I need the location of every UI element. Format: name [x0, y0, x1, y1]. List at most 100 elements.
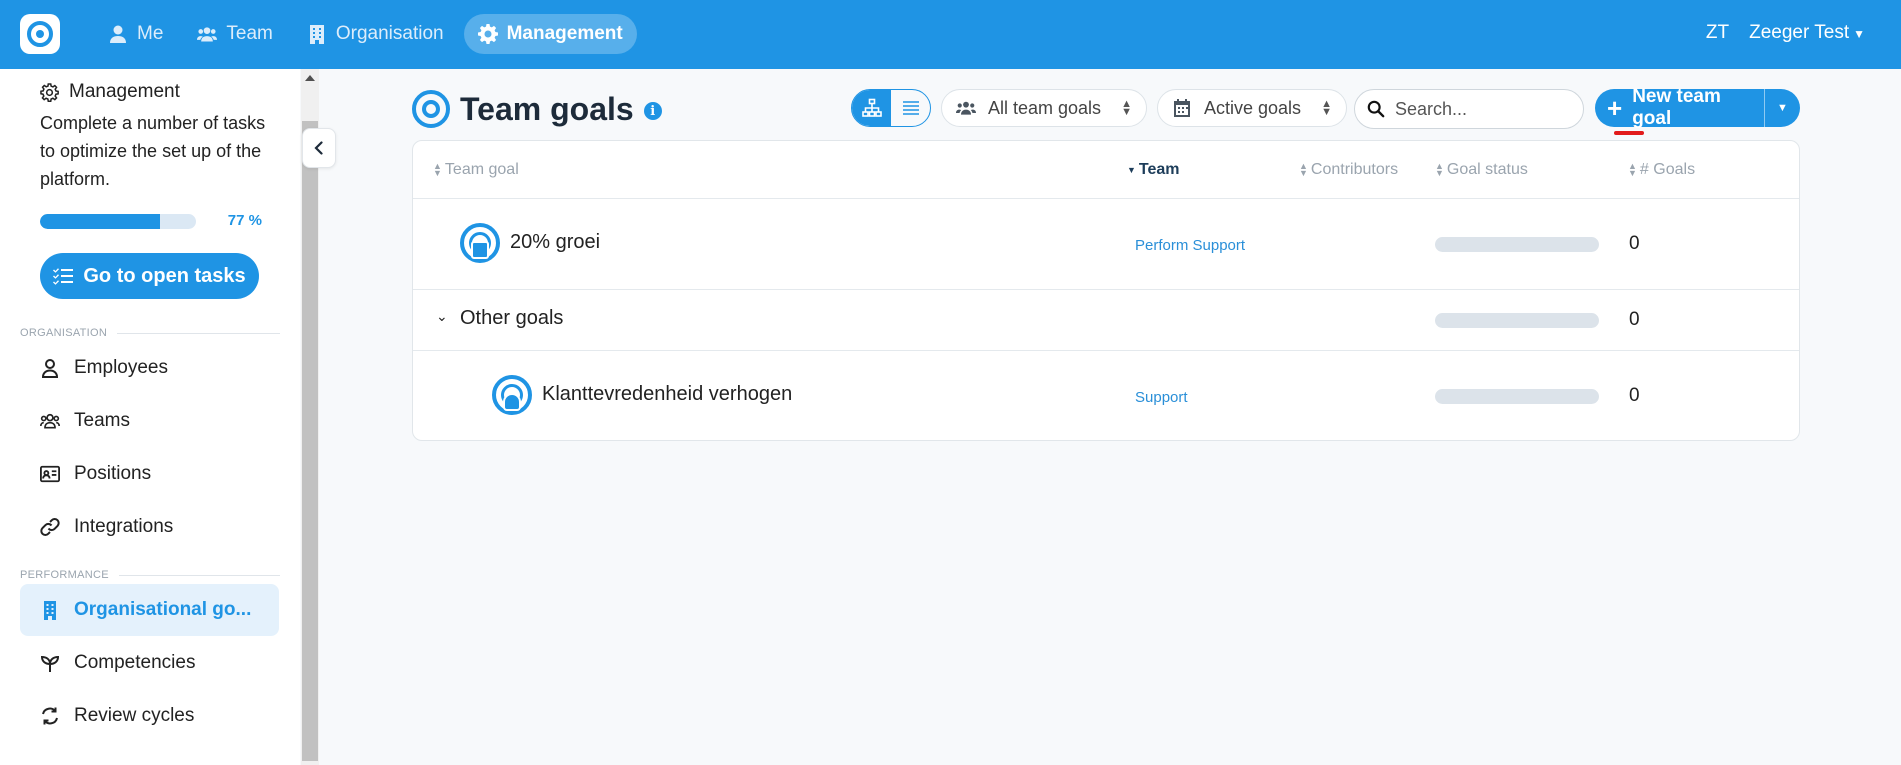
nav-management[interactable]: Management — [463, 14, 637, 54]
plus-icon: + — [1607, 93, 1623, 123]
section-performance-label: PERFORMANCE — [20, 569, 109, 581]
page-header: Team goals i — [412, 90, 662, 128]
setup-progress-fill — [40, 214, 161, 229]
refresh-icon — [42, 707, 58, 725]
chevron-left-icon — [314, 141, 323, 155]
new-team-goal-button[interactable]: + New team goal — [1595, 86, 1765, 129]
column-header-label: Contributors — [1310, 161, 1399, 178]
sidebar-item-label: Competencies — [74, 652, 196, 673]
nav-team[interactable]: Team — [183, 14, 286, 54]
new-team-goal-dropdown-button[interactable]: ▼ — [1765, 102, 1800, 114]
sidebar-item-integrations[interactable]: Integrations — [20, 501, 279, 553]
gear-icon — [40, 82, 59, 102]
user-icon — [41, 359, 59, 378]
sidebar-item-label: Teams — [74, 410, 130, 431]
chevron-down-icon[interactable]: ⌄ — [436, 308, 448, 325]
goal-name[interactable]: 20% groei — [510, 231, 600, 254]
building-icon — [44, 601, 56, 620]
go-to-open-tasks-button[interactable]: Go to open tasks — [40, 253, 259, 299]
new-team-goal-label: New team goal — [1632, 86, 1721, 129]
user-name-dropdown[interactable]: Zeeger Test ▼ — [1749, 22, 1865, 44]
row-divider — [413, 198, 1799, 199]
sort-icon: ▲ ▼ — [433, 161, 442, 178]
column-header-label: Team goal — [444, 161, 519, 178]
view-toggle — [851, 89, 931, 127]
column-header-label: # Goals — [1639, 161, 1696, 178]
new-team-goal-split-button: + New team goal ▼ — [1595, 86, 1800, 129]
section-organisation-label: ORGANISATION — [20, 327, 108, 339]
goal-status-bar — [1435, 237, 1599, 252]
sidebar-management-label: Management — [69, 81, 180, 102]
tree-view-button[interactable] — [852, 90, 891, 126]
goal-status-bar — [1435, 389, 1599, 404]
users-icon — [197, 27, 218, 42]
team-link[interactable]: Support — [1135, 389, 1188, 406]
id-card-icon — [40, 465, 60, 483]
task-list-icon — [53, 268, 74, 285]
gear-icon — [477, 24, 498, 44]
list-icon — [902, 101, 919, 115]
collapse-sidebar-button[interactable] — [302, 128, 336, 168]
nav-me-label: Me — [137, 23, 164, 44]
column-header-contributors[interactable]: ▲ ▼ Contributors — [1299, 161, 1398, 179]
sidebar-item-teams[interactable]: Teams — [20, 395, 279, 447]
search-input[interactable] — [1395, 98, 1575, 120]
sidebar-item-employees[interactable]: Employees — [20, 342, 279, 394]
sidebar-item-label: Employees — [74, 357, 168, 378]
search-box — [1354, 89, 1584, 129]
group-name[interactable]: Other goals — [460, 307, 563, 330]
goal-name[interactable]: Klanttevredenheid verhogen — [542, 383, 792, 406]
nav-management-label: Management — [506, 23, 623, 44]
column-header-team[interactable]: ▼ Team — [1127, 161, 1180, 179]
sort-arrows-icon: ▲ ▼ — [1121, 98, 1132, 118]
goals-count: 0 — [1629, 385, 1640, 406]
list-view-button[interactable] — [891, 90, 930, 126]
user-initials: ZT — [1705, 22, 1730, 43]
user-name: Zeeger Test — [1749, 22, 1850, 43]
goal-status-filter[interactable]: Active goals ▲ ▼ — [1157, 89, 1347, 127]
row-divider — [413, 350, 1799, 351]
sidebar-item-review-cycles[interactable]: Review cycles — [20, 690, 279, 742]
team-goal-icon — [492, 375, 532, 415]
column-header-goal-status[interactable]: ▲ ▼ Goal status — [1435, 161, 1528, 179]
column-header-goals-count[interactable]: ▲ ▼ # Goals — [1628, 161, 1695, 179]
row-divider — [413, 289, 1799, 290]
sitemap-icon — [861, 98, 882, 117]
sidebar-item-positions[interactable]: Positions — [20, 448, 279, 500]
sidebar-item-label: Organisational go... — [74, 599, 252, 620]
sort-icon: ▲ ▼ — [1628, 161, 1637, 178]
nav-team-label: Team — [226, 23, 273, 44]
organisation-goal-icon — [460, 223, 500, 263]
nav-organisation-label: Organisation — [335, 23, 444, 44]
sort-icon: ▲ ▼ — [1299, 161, 1308, 178]
setup-progress-label: 77 % — [227, 212, 262, 229]
info-icon[interactable]: i — [643, 102, 662, 120]
target-icon — [412, 90, 450, 128]
logo-icon — [27, 21, 53, 47]
setup-description: Complete a number of tasks to optimize t… — [40, 113, 266, 189]
column-header-label: Goal status — [1446, 161, 1528, 178]
sidebar-item-competencies[interactable]: Competencies — [20, 637, 279, 689]
goal-status-filter-value: Active goals — [1204, 97, 1302, 118]
team-link[interactable]: Perform Support — [1135, 237, 1245, 254]
main-nav: Me Team Organisation Management — [94, 14, 637, 54]
section-performance: PERFORMANCE — [20, 569, 280, 581]
caret-down-icon: ▼ — [1853, 27, 1865, 41]
scrollbar-thumb[interactable] — [302, 121, 318, 761]
column-header-team-goal[interactable]: ▲ ▼ Team goal — [433, 161, 519, 179]
page-title: Team goals — [460, 90, 634, 127]
user-menu[interactable]: ZT Zeeger Test ▼ — [1706, 22, 1865, 44]
sidebar-item-organisational-goals[interactable]: Organisational go... — [20, 584, 279, 636]
scroll-up-arrow-icon[interactable] — [305, 75, 315, 81]
sidebar-scrollbar[interactable] — [301, 69, 319, 765]
seedling-icon — [40, 655, 60, 672]
sort-icon: ▲ ▼ — [1435, 161, 1444, 178]
nav-me[interactable]: Me — [94, 14, 177, 54]
caret-down-icon: ▼ — [1777, 102, 1788, 114]
nav-organisation[interactable]: Organisation — [293, 14, 458, 54]
team-goals-filter[interactable]: All team goals ▲ ▼ — [941, 89, 1147, 127]
app-logo[interactable] — [20, 14, 60, 54]
annotation-underline — [1614, 131, 1644, 135]
top-navigation-bar: Me Team Organisation Management ZT Zeege… — [0, 0, 1901, 69]
team-goals-filter-value: All team goals — [988, 97, 1102, 118]
